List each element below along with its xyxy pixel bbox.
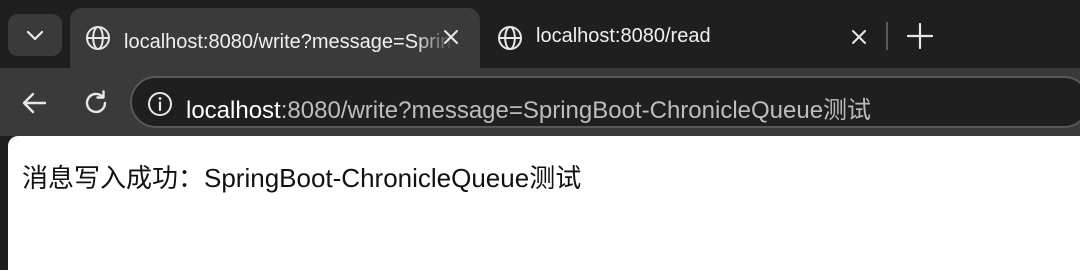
url-host: localhost <box>186 97 281 124</box>
tab-title: localhost:8080/write?message=SpringBoot-… <box>124 31 454 53</box>
reload-icon[interactable] <box>80 87 112 119</box>
tab-divider <box>886 22 888 50</box>
close-icon[interactable] <box>848 26 870 48</box>
close-icon[interactable] <box>440 26 462 48</box>
toolbar: localhost:8080/write?message=SpringBoot-… <box>0 68 1080 136</box>
tab-strip: localhost:8080/write?message=SpringBoot-… <box>0 0 1080 68</box>
address-bar[interactable]: localhost:8080/write?message=SpringBoot-… <box>130 76 1080 128</box>
tab-read[interactable]: localhost:8080/read <box>482 8 887 68</box>
page-content: 消息写入成功：SpringBoot-ChronicleQueue测试 <box>8 136 1080 270</box>
success-message: 消息写入成功：SpringBoot-ChronicleQueue测试 <box>22 163 582 193</box>
info-icon[interactable] <box>146 90 174 118</box>
globe-icon <box>498 26 522 50</box>
tab-title: localhost:8080/read <box>536 25 711 47</box>
globe-icon <box>86 26 110 50</box>
back-arrow-icon[interactable] <box>18 87 50 119</box>
new-tab-icon[interactable] <box>904 20 936 52</box>
url-text: localhost:8080/write?message=SpringBoot-… <box>186 90 871 125</box>
url-path: :8080/write?message=SpringBoot-Chronicle… <box>280 97 872 124</box>
browser-window: localhost:8080/write?message=SpringBoot-… <box>0 0 1080 270</box>
tab-search-button[interactable] <box>8 14 62 56</box>
tab-write[interactable]: localhost:8080/write?message=SpringBoot-… <box>70 8 480 68</box>
chevron-down-icon <box>26 30 44 41</box>
